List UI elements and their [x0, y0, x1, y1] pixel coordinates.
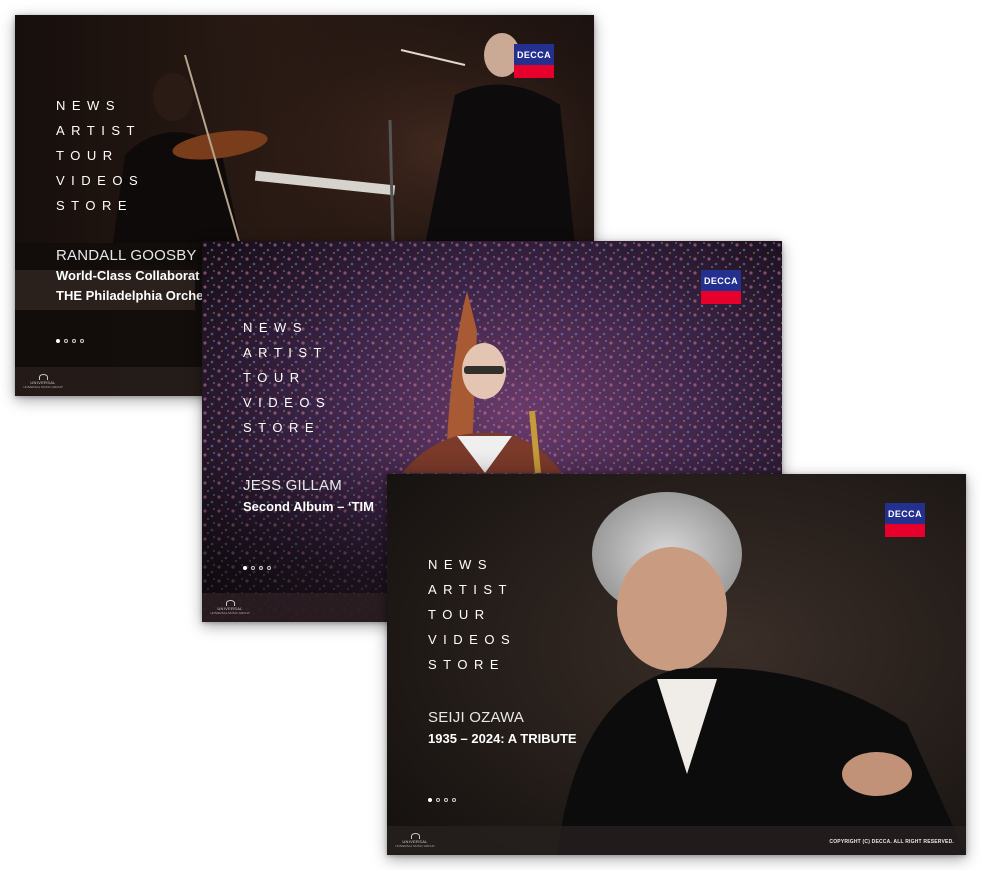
artist-name: JESS GILLAM [243, 477, 342, 494]
slide-dot-2[interactable] [436, 798, 440, 802]
decca-logo-text: DECCA [514, 44, 554, 65]
nav-videos[interactable]: VIDEOS [56, 168, 144, 193]
website-mockup-seiji-ozawa: NEWS ARTIST TOUR VIDEOS STORE DECCA SEIJ… [387, 474, 966, 855]
headline-line-2[interactable]: THE Philadelphia Orche [56, 286, 203, 306]
decca-logo[interactable]: DECCA [514, 44, 554, 78]
nav-store[interactable]: STORE [56, 193, 144, 218]
decca-logo[interactable]: DECCA [701, 270, 741, 304]
nav-news[interactable]: NEWS [56, 93, 144, 118]
slide-pagination [243, 566, 271, 570]
universal-music-logo[interactable]: UNIVERSAL UNIVERSAL MUSIC GROUP [23, 374, 63, 390]
decca-logo-red-band [885, 524, 925, 537]
nav-news[interactable]: NEWS [243, 315, 331, 340]
nav-artist[interactable]: ARTIST [428, 577, 516, 602]
nav-artist[interactable]: ARTIST [243, 340, 331, 365]
nav-artist[interactable]: ARTIST [56, 118, 144, 143]
nav-tour[interactable]: TOUR [428, 602, 516, 627]
nav-videos[interactable]: VIDEOS [428, 627, 516, 652]
slide-dot-2[interactable] [251, 566, 255, 570]
nav-store[interactable]: STORE [428, 652, 516, 677]
slide-dot-3[interactable] [444, 798, 448, 802]
headline-line-1[interactable]: 1935 – 2024: A TRIBUTE [428, 729, 577, 749]
copyright-text: COPYRIGHT (C) DECCA. ALL RIGHT RESERVED. [829, 839, 954, 845]
nav-tour[interactable]: TOUR [56, 143, 144, 168]
slide-dot-4[interactable] [267, 566, 271, 570]
nav-news[interactable]: NEWS [428, 552, 516, 577]
artist-name: RANDALL GOOSBY [56, 247, 197, 264]
slide-pagination [56, 339, 84, 343]
main-nav: NEWS ARTIST TOUR VIDEOS STORE [56, 93, 144, 218]
slide-dot-4[interactable] [452, 798, 456, 802]
slide-dot-1[interactable] [428, 798, 432, 802]
decca-logo[interactable]: DECCA [885, 503, 925, 537]
nav-videos[interactable]: VIDEOS [243, 390, 331, 415]
artist-name: SEIJI OZAWA [428, 709, 525, 726]
decca-logo-red-band [701, 291, 741, 304]
main-nav: NEWS ARTIST TOUR VIDEOS STORE [428, 552, 516, 677]
slide-dot-2[interactable] [64, 339, 68, 343]
footer-bar: UNIVERSAL UNIVERSAL MUSIC GROUP COPYRIGH… [387, 826, 966, 855]
slide-dot-4[interactable] [80, 339, 84, 343]
decca-logo-text: DECCA [701, 270, 741, 291]
nav-tour[interactable]: TOUR [243, 365, 331, 390]
decca-logo-red-band [514, 65, 554, 78]
slide-dot-3[interactable] [259, 566, 263, 570]
slide-dot-3[interactable] [72, 339, 76, 343]
main-nav: NEWS ARTIST TOUR VIDEOS STORE [243, 315, 331, 440]
headline-line-1[interactable]: World-Class Collaborat [56, 266, 200, 286]
slide-dot-1[interactable] [56, 339, 60, 343]
slide-pagination [428, 798, 456, 802]
decca-logo-text: DECCA [885, 503, 925, 524]
headline-line-1[interactable]: Second Album – ‘TIM [243, 497, 374, 517]
mockup-stage: NEWS ARTIST TOUR VIDEOS STORE DECCA RAND… [0, 0, 981, 870]
universal-music-logo[interactable]: UNIVERSAL UNIVERSAL MUSIC GROUP [210, 600, 250, 616]
universal-music-logo[interactable]: UNIVERSAL UNIVERSAL MUSIC GROUP [395, 833, 435, 849]
slide-dot-1[interactable] [243, 566, 247, 570]
nav-store[interactable]: STORE [243, 415, 331, 440]
